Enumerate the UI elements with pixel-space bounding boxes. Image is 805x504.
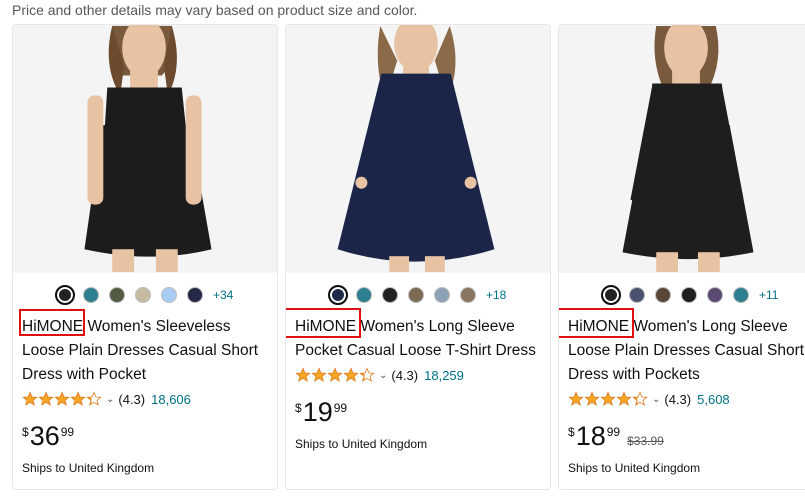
price-currency: $	[295, 401, 302, 415]
color-swatches: +11	[601, 284, 778, 306]
brand-highlight-box	[286, 308, 361, 338]
star-icon	[568, 391, 584, 406]
price[interactable]: $ 36 99	[22, 422, 81, 450]
color-swatches: +34	[55, 284, 233, 306]
color-swatch[interactable]	[382, 287, 398, 303]
product-title[interactable]: HiMONE Women's Sleeveless Loose Plain Dr…	[19, 309, 277, 387]
rating-row[interactable]: ⌄ (4.3) 18,606	[22, 391, 191, 407]
color-swatches: +18	[328, 284, 506, 306]
color-swatch[interactable]	[161, 287, 177, 303]
product-image[interactable]	[559, 25, 805, 273]
color-swatch[interactable]	[629, 287, 645, 303]
product-card[interactable]: +11 HiMONE Women's Long Sleeve Loose Pla…	[558, 24, 805, 490]
price[interactable]: $ 18 99 $33.99	[568, 422, 664, 450]
chevron-down-icon[interactable]: ⌄	[106, 394, 114, 405]
star-icon	[343, 367, 359, 382]
price-currency: $	[22, 425, 29, 439]
chevron-down-icon[interactable]: ⌄	[379, 370, 387, 381]
star-icon	[86, 391, 102, 406]
star-icon	[22, 391, 38, 406]
chevron-down-icon[interactable]: ⌄	[652, 394, 660, 405]
color-swatch[interactable]	[655, 287, 671, 303]
star-icon	[327, 367, 343, 382]
star-icon	[311, 367, 327, 382]
star-icon	[600, 391, 616, 406]
more-colors-link[interactable]: +18	[486, 288, 506, 302]
star-icon	[295, 367, 311, 382]
shipping-info: Ships to United Kingdom	[568, 461, 701, 475]
color-swatch[interactable]	[681, 287, 697, 303]
product-image[interactable]	[286, 25, 550, 273]
shipping-info: Ships to United Kingdom	[295, 437, 428, 451]
star-icon	[632, 391, 648, 406]
star-rating-icon[interactable]	[22, 391, 102, 407]
rating-value: (4.3)	[391, 367, 419, 383]
color-swatch[interactable]	[109, 287, 125, 303]
rating-value: (4.3)	[118, 391, 146, 407]
review-count-link[interactable]: 18,259	[424, 368, 464, 383]
brand-highlight-box	[19, 309, 85, 336]
color-swatch[interactable]	[408, 287, 424, 303]
product-card[interactable]: +34 HiMONE Women's Sleeveless Loose Plai…	[12, 24, 278, 490]
star-icon	[359, 367, 375, 382]
was-price: $33.99	[627, 434, 664, 448]
review-count-link[interactable]: 18,606	[151, 392, 191, 407]
price-whole: 18	[575, 421, 606, 451]
color-swatch[interactable]	[601, 285, 621, 305]
color-swatch[interactable]	[707, 287, 723, 303]
price-fraction: 99	[606, 425, 621, 439]
rating-row[interactable]: ⌄ (4.3) 18,259	[295, 367, 464, 383]
product-photo-navy-longsleeve	[286, 25, 550, 273]
product-image[interactable]	[13, 25, 277, 273]
color-swatch[interactable]	[356, 287, 372, 303]
rating-value: (4.3)	[664, 391, 692, 407]
rating-row[interactable]: ⌄ (4.3) 5,608	[568, 391, 730, 407]
star-icon	[616, 391, 632, 406]
color-swatch[interactable]	[460, 287, 476, 303]
color-swatch[interactable]	[187, 287, 203, 303]
star-rating-icon[interactable]	[295, 367, 375, 383]
more-colors-link[interactable]: +34	[213, 288, 233, 302]
brand-highlight-box	[559, 308, 634, 338]
product-card[interactable]: +18 HiMONE Women's Long Sleeve Pocket Ca…	[285, 24, 551, 490]
review-count-link[interactable]: 5,608	[697, 392, 730, 407]
price-notice: Price and other details may vary based o…	[12, 2, 418, 18]
price-fraction: 99	[60, 425, 75, 439]
color-swatch[interactable]	[83, 287, 99, 303]
more-colors-link[interactable]: +11	[759, 288, 778, 302]
color-swatch[interactable]	[733, 287, 749, 303]
color-swatch[interactable]	[328, 285, 348, 305]
star-icon	[38, 391, 54, 406]
price-fraction: 99	[333, 401, 348, 415]
price-whole: 19	[302, 397, 333, 427]
star-icon	[70, 391, 86, 406]
price-whole: 36	[29, 421, 60, 451]
color-swatch[interactable]	[55, 285, 75, 305]
star-rating-icon[interactable]	[568, 391, 648, 407]
product-photo-sleeveless	[13, 25, 277, 273]
product-photo-black-longsleeve	[559, 25, 805, 273]
shipping-info: Ships to United Kingdom	[22, 461, 155, 475]
star-icon	[54, 391, 70, 406]
color-swatch[interactable]	[434, 287, 450, 303]
star-icon	[584, 391, 600, 406]
product-title[interactable]: HiMONE Women's Long Sleeve Loose Plain D…	[559, 308, 805, 387]
price[interactable]: $ 19 99	[295, 398, 354, 426]
price-currency: $	[568, 425, 575, 439]
product-title[interactable]: HiMONE Women's Long Sleeve Pocket Casual…	[286, 308, 550, 363]
color-swatch[interactable]	[135, 287, 151, 303]
